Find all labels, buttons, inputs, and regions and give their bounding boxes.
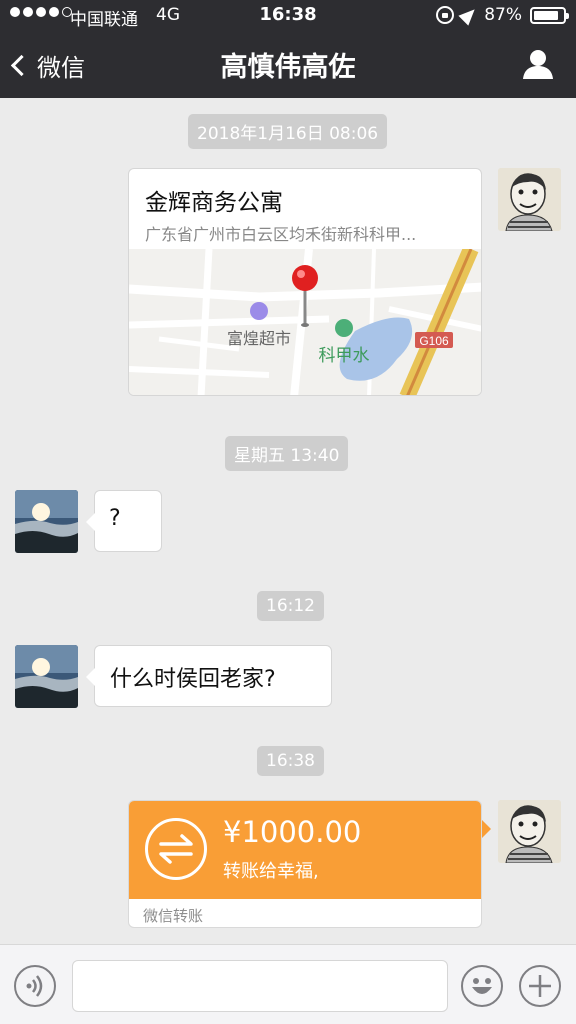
more-button[interactable]	[519, 965, 561, 1007]
transfer-amount: ¥1000.00	[223, 815, 362, 849]
transfer-header: ¥1000.00 转账给幸福,	[129, 801, 481, 899]
chat-area[interactable]: 2018年1月16日 08:06 金辉商务公寓 广东省广州市白云区均禾街新科科甲…	[0, 98, 576, 944]
bubble-tail	[482, 820, 491, 838]
map-road-label: G106	[419, 334, 449, 348]
transfer-message[interactable]: ¥1000.00 转账给幸福, 微信转账	[128, 800, 482, 928]
avatar-self[interactable]	[498, 800, 561, 863]
message-text: ?	[109, 506, 121, 531]
timestamp: 2018年1月16日 08:06	[188, 114, 388, 149]
location-map[interactable]: G106 富煌超市 科甲水	[129, 249, 482, 396]
avatar-other[interactable]	[15, 490, 78, 553]
battery-percent: 87%	[484, 5, 522, 25]
input-bar	[0, 944, 576, 1024]
navigation-bar: 微信 高慎伟高佐	[0, 30, 576, 98]
sunrise-avatar	[15, 645, 78, 708]
location-name: 金辉商务公寓	[145, 190, 283, 216]
location-message[interactable]: 金辉商务公寓 广东省广州市白云区均禾街新科科甲... G106 富煌超市 科甲水	[128, 168, 482, 396]
avatar-self[interactable]	[498, 168, 561, 231]
message-text: 什么时侯回老家?	[110, 667, 276, 692]
timestamp: 16:38	[257, 746, 324, 776]
transfer-footer: 微信转账	[143, 907, 204, 925]
bubble-tail	[86, 668, 95, 686]
timestamp: 16:12	[257, 591, 324, 621]
status-bar: 中国联通 4G 16:38 87%	[0, 0, 576, 30]
person-icon[interactable]	[522, 48, 554, 80]
bubble-tail	[86, 513, 95, 531]
map-poi-supermarket: 富煌超市	[227, 329, 291, 348]
emoji-icon	[472, 978, 492, 994]
timestamp: 星期五 13:40	[225, 436, 349, 471]
avatar-other[interactable]	[15, 645, 78, 708]
cartoon-face-avatar	[498, 168, 561, 231]
message-bubble[interactable]: 什么时侯回老家?	[86, 645, 332, 707]
plus-icon	[529, 975, 551, 997]
map-poi-park: 科甲水	[319, 346, 370, 366]
voice-icon	[26, 975, 43, 997]
message-bubble[interactable]: ?	[86, 490, 162, 552]
voice-button[interactable]	[14, 965, 56, 1007]
transfer-note: 转账给幸福,	[223, 861, 319, 882]
chat-title: 高慎伟高佐	[220, 52, 356, 83]
transfer-icon	[145, 818, 207, 880]
top-bar: 中国联通 4G 16:38 87% 微信 高慎伟高佐	[0, 0, 576, 98]
battery-icon	[530, 6, 569, 24]
location-arrow-icon	[458, 4, 480, 26]
location-address: 广东省广州市白云区均禾街新科科甲...	[145, 225, 417, 244]
sunrise-avatar	[15, 490, 78, 553]
cartoon-face-avatar	[498, 800, 561, 863]
emoji-button[interactable]	[461, 965, 503, 1007]
message-input[interactable]	[72, 960, 448, 1012]
rotation-lock-icon	[436, 6, 455, 24]
